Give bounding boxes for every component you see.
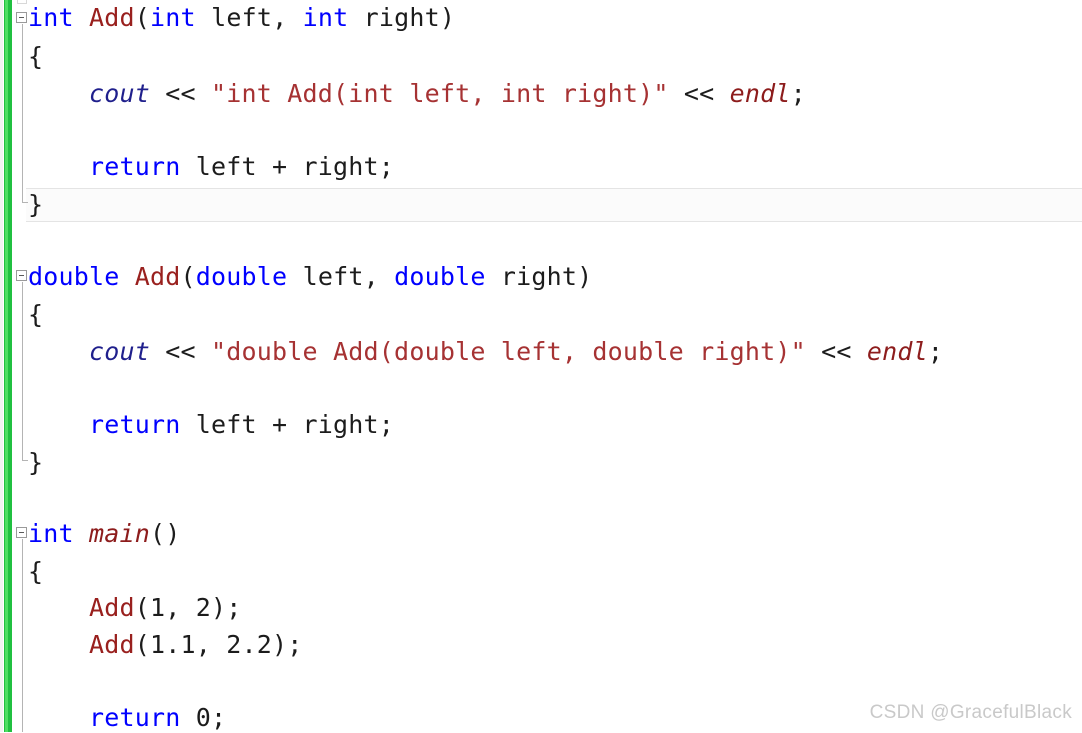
code-token: right) (363, 3, 456, 32)
code-token: right) (500, 262, 593, 291)
code-line-3[interactable]: cout << "int Add(int left, int right)" <… (28, 79, 806, 109)
code-token: return (89, 152, 196, 181)
code-line-6[interactable]: double Add(double left, double right) (28, 262, 592, 292)
code-token: "double Add(double left, double right)" (211, 337, 806, 366)
code-line-15[interactable]: return 0; (28, 703, 226, 733)
current-line-highlight (26, 188, 1082, 222)
csdn-watermark: CSDN @GracefulBlack (869, 702, 1072, 723)
code-token: left, (302, 262, 395, 291)
code-line-9[interactable]: return left + right; (28, 410, 394, 440)
code-token: Add (134, 262, 181, 291)
gutter-edge (0, 0, 3, 732)
partial-collapse-box-artifact (17, 0, 27, 4)
code-token: endl (866, 337, 928, 366)
code-token: cout (89, 79, 151, 108)
code-line-4[interactable]: return left + right; (28, 152, 394, 182)
code-token: double (394, 262, 501, 291)
code-line-14[interactable]: Add(1.1, 2.2); (28, 630, 303, 660)
code-token: << (150, 79, 212, 108)
code-token: left, (211, 3, 303, 32)
code-token: cout (89, 337, 151, 366)
code-token: (1.1, 2.2); (134, 630, 303, 659)
code-token: () (150, 519, 181, 548)
code-line-11[interactable]: int main() (28, 519, 181, 549)
code-token: ( (180, 262, 196, 291)
code-token: main (89, 519, 151, 548)
code-token: "int Add(int left, int right)" (211, 79, 669, 108)
change-indicator-bar-highlight (5, 0, 8, 732)
collapse-box-block-2[interactable] (16, 270, 27, 281)
code-token: ( (134, 3, 151, 32)
code-token: Add (89, 630, 135, 659)
code-token: { (28, 300, 44, 329)
code-line-10[interactable]: } (28, 448, 43, 478)
code-token: (1, 2); (134, 593, 242, 622)
code-token: ; (790, 79, 806, 108)
code-token: } (28, 448, 44, 477)
code-token: { (28, 42, 44, 71)
code-token: 0; (195, 703, 227, 732)
code-token: double (28, 262, 135, 291)
code-token: << (150, 337, 212, 366)
code-line-8[interactable]: cout << "double Add(double left, double … (28, 337, 943, 367)
code-token: { (28, 557, 44, 586)
code-token: << (805, 337, 867, 366)
code-token: ; (927, 337, 944, 366)
code-line-13[interactable]: Add(1, 2); (28, 593, 242, 623)
code-token: endl (729, 79, 791, 108)
code-token: } (28, 190, 44, 219)
code-token: Add (89, 3, 135, 32)
scope-guide-block-3 (22, 539, 23, 732)
code-line-5[interactable]: } (28, 190, 43, 220)
code-token: int (28, 3, 90, 32)
code-token: Add (89, 593, 135, 622)
scope-guide-block-1 (22, 24, 23, 202)
code-token: left + right; (195, 152, 395, 181)
scope-guide-block-2 (22, 282, 23, 460)
code-editor-surface[interactable]: int Add(int left, int right) { cout << "… (0, 0, 1082, 732)
code-line-7[interactable]: { (28, 300, 43, 330)
code-line-1[interactable]: int Add(int left, int right) (28, 3, 455, 33)
collapse-box-block-3[interactable] (16, 527, 27, 538)
code-token: int (150, 3, 212, 32)
code-token: return (89, 703, 196, 732)
code-token: double (195, 262, 303, 291)
code-line-2[interactable]: { (28, 42, 43, 72)
code-token: << (668, 79, 730, 108)
code-token: return (89, 410, 196, 439)
code-line-12[interactable]: { (28, 557, 43, 587)
code-token: int (302, 3, 364, 32)
code-token: int (28, 519, 90, 548)
code-token: left + right; (195, 410, 395, 439)
collapse-box-block-1[interactable] (16, 12, 27, 23)
